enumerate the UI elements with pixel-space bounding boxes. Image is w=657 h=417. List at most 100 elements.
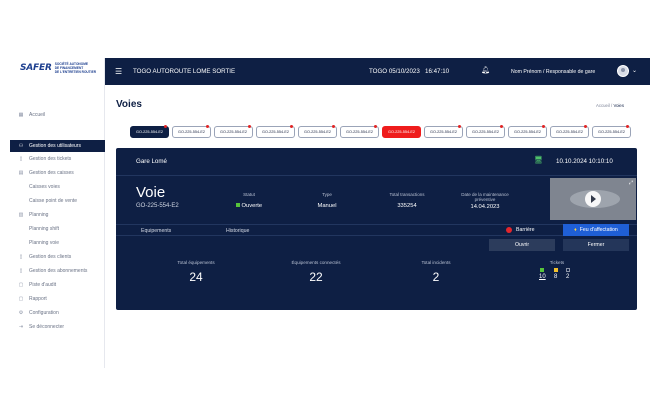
- alert-dot-icon: [500, 125, 503, 128]
- user-name: Nom Prénom: [511, 68, 542, 75]
- alert-dot-icon: [374, 125, 377, 128]
- lane-tab[interactable]: GO-225-554-E2: [214, 125, 253, 138]
- camera-feed[interactable]: ⤢: [550, 178, 636, 220]
- lane-tab[interactable]: GO-225-554-E2: [550, 125, 589, 138]
- page-title: Voies: [116, 99, 142, 110]
- sidebar-item-planning-shift[interactable]: Planning shift: [10, 222, 105, 236]
- sidebar-item-abonnements[interactable]: ▯ Gestion des abonnements: [10, 264, 105, 278]
- tab-historique[interactable]: Historique: [226, 228, 249, 234]
- sidebar-item-logout[interactable]: ⇥ Se déconnecter: [10, 320, 105, 334]
- lane-tab[interactable]: GO-225-554-E2: [340, 125, 379, 138]
- lane-tab-label: GO-225-554-E2: [135, 130, 163, 134]
- lane-tab-label: GO-225-554-E2: [387, 130, 415, 134]
- metric-value: 2: [432, 270, 440, 284]
- lane-tab[interactable]: GO-225-554-E2: [382, 126, 421, 138]
- open-button[interactable]: Ouvrir: [489, 239, 555, 251]
- sidebar-item-caisse-point-vente[interactable]: Caisse point de vente: [10, 194, 105, 208]
- users-icon: ⚇: [18, 143, 24, 149]
- sidebar-item-users[interactable]: ⚇ Gestion des utilisateurs: [10, 140, 105, 152]
- alert-dot-icon: [206, 125, 209, 128]
- lane-detail-card: Gare Lomé 🖥︎ 10.10.2024 10:10:10 Voie GO…: [116, 148, 637, 310]
- close-button[interactable]: Fermer: [563, 239, 629, 251]
- avatar[interactable]: [617, 65, 629, 77]
- sidebar-item-label: Planning: [29, 212, 49, 218]
- subscription-icon: ▯: [19, 268, 23, 274]
- maintenance-value: 14.04.2023: [470, 204, 500, 210]
- sidebar-item-planning[interactable]: ▥ Planning: [10, 208, 105, 222]
- feu-affectation-label: Feu d'affectation: [579, 227, 618, 233]
- gear-icon: ⚙: [18, 310, 24, 316]
- type-stat: Type Manuel: [312, 192, 342, 209]
- sidebar-item-planning-voie[interactable]: Planning voie: [10, 236, 105, 250]
- tab-equipements[interactable]: Equipements: [141, 228, 171, 234]
- transactions-value: 335254: [397, 203, 417, 209]
- audit-icon: ▢: [18, 282, 24, 288]
- lane-tab-label: GO-225-554-E2: [597, 130, 625, 134]
- lane-tab[interactable]: GO-225-554-E2: [298, 125, 337, 138]
- sidebar-item-label: Planning voie: [29, 240, 60, 246]
- breadcrumb-home[interactable]: Accueil: [596, 103, 610, 108]
- user-info: Nom Prénom / Responsable de gare: [511, 69, 595, 75]
- metric-value: 22: [309, 270, 323, 284]
- metric-equipements-connectes: Équipements connectés 22: [282, 260, 350, 284]
- sidebar-item-label: Se déconnecter: [29, 324, 65, 330]
- sidebar-item-label: Gestion des utilisateurs: [29, 143, 81, 149]
- sidebar-item-tickets[interactable]: ▯ Gestion des tickets: [10, 152, 105, 166]
- sidebar-item-caisses[interactable]: ▤ Gestion des caisses: [10, 166, 105, 180]
- expand-icon[interactable]: ⤢: [629, 180, 633, 186]
- sidebar: SAFER SOCIÉTÉ AUTONOME DE FINANCEMENT DE…: [10, 58, 105, 368]
- sidebar-item-label: Gestion des abonnements: [29, 268, 88, 274]
- tickets-summary: Tickets 10 8 2: [535, 260, 585, 280]
- bell-icon[interactable]: 🔔︎: [481, 66, 490, 74]
- lane-tab[interactable]: GO-225-554-E2: [130, 125, 169, 138]
- menu-icon[interactable]: ☰: [115, 67, 122, 76]
- tickets-label: Tickets: [549, 260, 565, 265]
- sidebar-item-label: Accueil: [29, 112, 46, 118]
- ticket-count-green[interactable]: 10: [539, 268, 546, 280]
- metric-label: Total équipements: [177, 260, 215, 265]
- lane-tab-label: GO-225-554-E2: [471, 130, 499, 134]
- status-value: Ouverte: [241, 203, 263, 209]
- sidebar-item-label: Configuration: [29, 310, 59, 316]
- sidebar-item-label: Piste d'audit: [29, 282, 57, 288]
- sidebar-item-audit[interactable]: ▢ Piste d'audit: [10, 278, 105, 292]
- traffic-light-icon: ♦: [574, 227, 577, 233]
- sub-tabs: Equipements Historique Barrière: [116, 224, 637, 236]
- alert-dot-icon: [332, 125, 335, 128]
- sidebar-item-label: Gestion des caisses: [29, 170, 74, 176]
- alert-dot-icon: [290, 125, 293, 128]
- lane-tab[interactable]: GO-225-554-E2: [508, 125, 547, 138]
- lane-tab[interactable]: GO-225-554-E2: [172, 125, 211, 138]
- sidebar-nav: ▦ Accueil ⚇ Gestion des utilisateurs ▯ G…: [10, 108, 105, 334]
- alert-dot-icon: [542, 125, 545, 128]
- sidebar-item-accueil[interactable]: ▦ Accueil: [10, 108, 105, 122]
- lane-tab[interactable]: GO-225-554-E2: [592, 125, 631, 138]
- sidebar-item-label: Caisses voies: [29, 184, 60, 190]
- sidebar-item-configuration[interactable]: ⚙ Configuration: [10, 306, 105, 320]
- sidebar-item-label: Caisse point de vente: [29, 198, 78, 204]
- lane-code: GO-225-554-E2: [136, 203, 179, 209]
- status-value-wrap: Ouverte: [234, 203, 264, 209]
- sidebar-item-caisses-voies[interactable]: Caisses voies: [10, 180, 105, 194]
- sidebar-item-clients[interactable]: ▯ Gestion des clients: [10, 250, 105, 264]
- logo-line-3: DE L'ENTRETIEN ROUTIER: [54, 70, 96, 74]
- calendar-icon: ▥: [18, 212, 24, 218]
- play-icon[interactable]: [585, 191, 601, 207]
- lane-tab[interactable]: GO-225-554-E2: [466, 125, 505, 138]
- chevron-down-icon[interactable]: ⌄: [632, 67, 637, 74]
- sidebar-item-label: Rapport: [29, 296, 47, 302]
- lane-tab[interactable]: GO-225-554-E2: [424, 125, 463, 138]
- lane-tab-label: GO-225-554-E2: [219, 130, 247, 134]
- alert-dot-icon: [458, 125, 461, 128]
- feu-affectation-button[interactable]: ♦ Feu d'affectation: [563, 224, 629, 236]
- alert-dot-icon: [626, 125, 629, 128]
- logo-text: SOCIÉTÉ AUTONOME DE FINANCEMENT DE L'ENT…: [55, 62, 99, 74]
- header-date: TOGO 05/10/2023: [369, 68, 420, 75]
- station-name: Gare Lomé: [136, 158, 167, 165]
- ticket-count: 10: [539, 274, 546, 280]
- sidebar-item-rapport[interactable]: ▢ Rapport: [10, 292, 105, 306]
- client-icon: ▯: [19, 254, 23, 260]
- card-header: Gare Lomé 🖥︎ 10.10.2024 10:10:10: [116, 148, 637, 176]
- status-indicator-icon: [235, 203, 240, 207]
- lane-tab[interactable]: GO-225-554-E2: [256, 125, 295, 138]
